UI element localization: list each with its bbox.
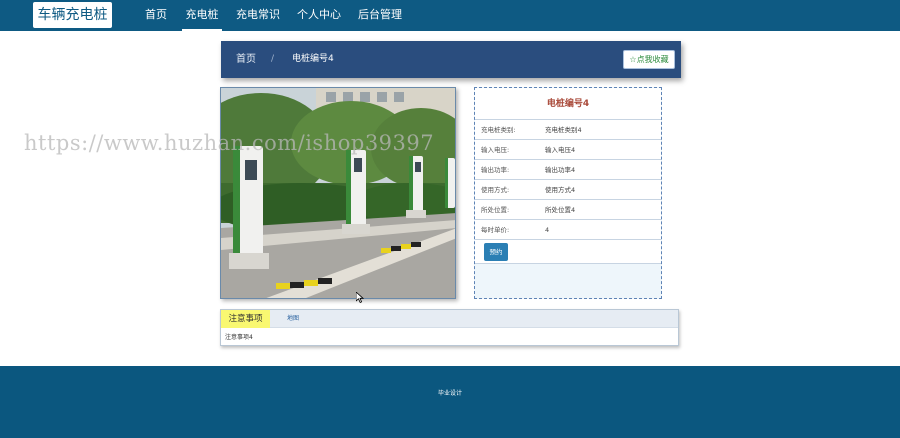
tabs-bar: 注意事项 地图 (221, 310, 678, 328)
tab-content: 注意事项4 (225, 334, 253, 341)
field-label: 所处位置: (481, 206, 510, 214)
field-value: 所处位置4 (545, 206, 576, 214)
detail-row-location: 所处位置: 所处位置4 (475, 200, 661, 220)
field-value: 输入电压4 (545, 146, 576, 154)
field-label: 充电桩类别: (481, 126, 516, 134)
nav-item-admin[interactable]: 后台管理 (358, 0, 402, 31)
nav-item-charging-pile[interactable]: 充电桩 (182, 0, 222, 31)
tab-notes[interactable]: 注意事项 (221, 310, 270, 328)
detail-row-output-power: 输出功率: 输出功率4 (475, 160, 661, 180)
info-tabs: 注意事项 地图 注意事项4 (220, 309, 679, 346)
charging-pile-photo (220, 87, 456, 299)
breadcrumb-home-link[interactable]: 首页 (236, 41, 256, 78)
field-value: 使用方式4 (545, 186, 576, 194)
detail-row-hourly-price: 每时单价: 4 (475, 220, 661, 240)
field-label: 每时单价: (481, 226, 510, 234)
breadcrumb: 首页 / 电桩编号4 ☆点我收藏 (221, 41, 681, 78)
detail-row-input-voltage: 输入电压: 输入电压4 (475, 140, 661, 160)
detail-title: 电桩编号4 (546, 99, 590, 109)
nav-item-home[interactable]: 首页 (145, 0, 167, 31)
nav-item-charging-knowledge[interactable]: 充电常识 (236, 0, 280, 31)
breadcrumb-separator: / (271, 54, 275, 64)
book-button[interactable]: 预约 (484, 243, 508, 261)
field-label: 输出功率: (481, 166, 510, 174)
field-label: 输入电压: (481, 146, 510, 154)
footer-text: 毕业设计 (437, 390, 462, 397)
favorite-button[interactable]: ☆点我收藏 (623, 50, 675, 69)
tab-map[interactable]: 地图 (287, 310, 299, 328)
pile-detail-panel: 电桩编号4 充电桩类别: 充电桩类别4 输入电压: 输入电压4 输出功率: 输出… (474, 87, 662, 299)
field-value: 充电桩类别4 (545, 126, 582, 134)
detail-row-usage: 使用方式: 使用方式4 (475, 180, 661, 200)
mouse-cursor-icon (356, 292, 364, 303)
detail-actions: 预约 (475, 240, 661, 264)
top-navbar: 车辆充电桩 首页 充电桩 充电常识 个人中心 后台管理 (0, 0, 900, 31)
detail-row-category: 充电桩类别: 充电桩类别4 (475, 120, 661, 140)
footer: 毕业设计 (0, 366, 900, 438)
field-value: 输出功率4 (545, 166, 576, 174)
detail-header: 电桩编号4 (475, 88, 661, 120)
field-label: 使用方式: (481, 186, 510, 194)
site-logo[interactable]: 车辆充电桩 (33, 2, 112, 28)
field-value: 4 (545, 226, 550, 234)
nav-item-personal-center[interactable]: 个人中心 (297, 0, 341, 31)
breadcrumb-current: 电桩编号4 (292, 54, 334, 64)
